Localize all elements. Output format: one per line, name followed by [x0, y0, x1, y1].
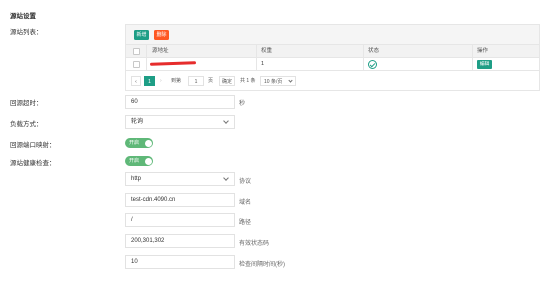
total-count: 共 1 条 [240, 78, 256, 84]
status-codes-label: 有效状态码 [239, 241, 270, 247]
chevron-down-icon [223, 118, 229, 124]
goto-label: 到第 [171, 78, 182, 84]
goto-confirm-button[interactable]: 确定 [219, 76, 235, 86]
domain-input[interactable]: test-cdn.4090.cn [125, 193, 235, 207]
health-check-label: 源站健康检查： [10, 160, 56, 167]
protocol-value: http [131, 176, 142, 182]
load-balance-label: 负载方式： [10, 121, 43, 128]
page-unit-label: 页 [208, 78, 214, 84]
status-check-icon [368, 60, 377, 69]
chevron-down-icon [223, 175, 229, 181]
toggle-knob [144, 157, 152, 165]
port-mapping-label: 回源端口映射： [10, 142, 56, 149]
add-source-button[interactable]: 新增 [134, 30, 149, 40]
source-table: 新增 删除 源地址 权重 状态 操作 1 编辑 ‹ 1 › 到第 1 页 确定 … [125, 24, 540, 91]
interval-input[interactable]: 10 [125, 255, 235, 269]
path-label: 路径 [239, 220, 252, 226]
timeout-unit: 秒 [239, 101, 246, 107]
row-checkbox[interactable] [133, 61, 140, 68]
toggle-label: 开启 [129, 140, 140, 146]
toggle-label: 开启 [129, 158, 140, 164]
protocol-select[interactable]: http [125, 172, 235, 186]
column-header-status: 状态 [368, 48, 380, 54]
column-header-action: 操作 [477, 48, 489, 54]
status-codes-input[interactable]: 200,301,302 [125, 234, 235, 248]
table-toolbar: 新增 删除 [126, 25, 539, 45]
edit-button[interactable]: 编辑 [477, 60, 492, 69]
redacted-address [149, 61, 197, 66]
domain-label: 域名 [239, 200, 252, 206]
delete-source-button[interactable]: 删除 [154, 30, 169, 40]
source-list-label: 源站列表： [10, 29, 43, 36]
per-page-value: 10 条/页 [264, 79, 283, 85]
protocol-label: 协议 [239, 179, 252, 185]
table-header: 源地址 权重 状态 操作 [126, 45, 539, 58]
table-row: 1 编辑 [126, 58, 539, 71]
chevron-down-icon [288, 78, 293, 83]
load-balance-select[interactable]: 轮询 [125, 115, 235, 129]
page-button-current[interactable]: 1 [144, 76, 155, 86]
column-header-address: 源地址 [152, 48, 169, 54]
health-check-toggle[interactable]: 开启 [125, 156, 153, 166]
port-mapping-toggle[interactable]: 开启 [125, 138, 153, 148]
per-page-select[interactable]: 10 条/页 [260, 76, 296, 86]
interval-label: 检查间隔时间(秒) [239, 262, 285, 268]
toggle-knob [144, 139, 152, 147]
select-all-checkbox[interactable] [133, 48, 140, 55]
pagination: ‹ 1 › 到第 1 页 确定 共 1 条 10 条/页 [126, 72, 539, 90]
load-balance-value: 轮询 [131, 119, 144, 125]
column-header-weight: 权重 [261, 48, 273, 54]
goto-page-input[interactable]: 1 [188, 76, 204, 86]
section-title: 源站设置 [10, 13, 36, 20]
timeout-label: 回源超时： [10, 100, 43, 107]
path-input[interactable]: / [125, 213, 235, 227]
next-page-button[interactable]: › [160, 76, 162, 86]
timeout-input[interactable]: 60 [125, 95, 235, 109]
prev-page-button[interactable]: ‹ [131, 76, 141, 86]
row-weight: 1 [261, 61, 265, 67]
